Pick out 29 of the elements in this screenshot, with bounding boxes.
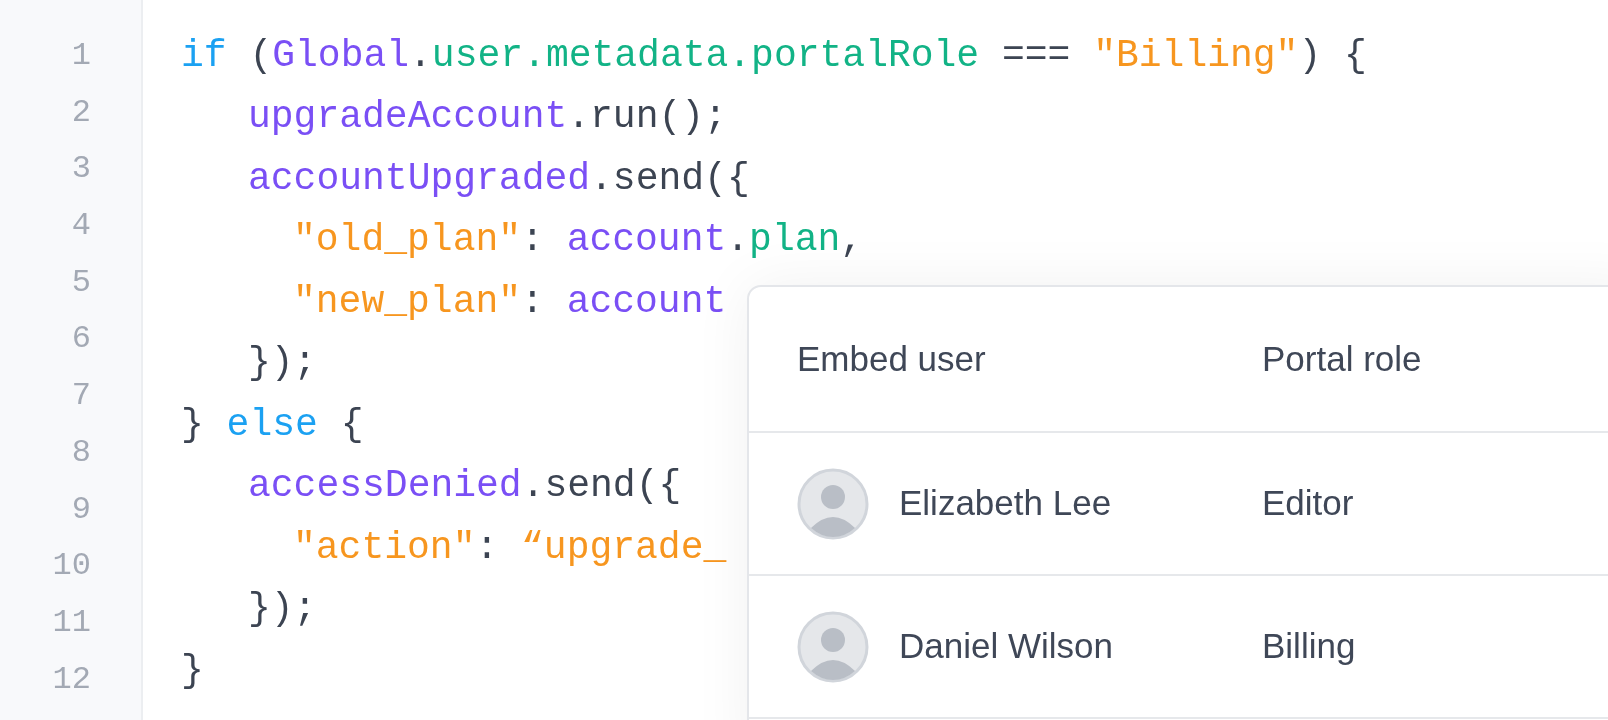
user-name: Elizabeth Lee — [899, 482, 1112, 525]
code-line: upgradeAccount.run(); — [248, 95, 727, 140]
code-line: accountUpgraded.send({ — [248, 156, 750, 201]
portal-role: Billing — [1262, 625, 1356, 668]
code-line: "old_plan": account.plan, — [293, 218, 864, 263]
line-number: 9 — [71, 489, 91, 530]
code-line: }); — [248, 587, 317, 632]
line-number: 7 — [71, 376, 91, 417]
user-name: Daniel Wilson — [899, 625, 1113, 668]
code-line: }); — [248, 341, 317, 386]
line-number: 8 — [71, 432, 91, 473]
line-number: 10 — [52, 546, 91, 587]
portal-role: Editor — [1262, 482, 1354, 525]
line-number: 1 — [71, 36, 91, 76]
line-number: 6 — [71, 319, 91, 360]
line-number: 4 — [71, 206, 91, 247]
line-number: 2 — [71, 92, 91, 133]
line-number: 12 — [52, 659, 91, 700]
code-line: } else { — [181, 402, 364, 447]
column-header: Portal role — [1262, 337, 1422, 380]
code-line: if (Global.user.metadata.portalRole === "Billing") { — [181, 33, 1367, 78]
code-line: } — [181, 648, 204, 693]
code-line: accessDenied.send({ — [248, 464, 682, 509]
line-number: 5 — [71, 262, 91, 303]
code-line: "new_plan": account — [293, 279, 727, 324]
code-line: "action": “upgrade_ — [293, 525, 727, 570]
column-header: Embed user — [797, 337, 987, 380]
line-number: 3 — [71, 149, 91, 190]
line-number: 11 — [52, 602, 91, 643]
